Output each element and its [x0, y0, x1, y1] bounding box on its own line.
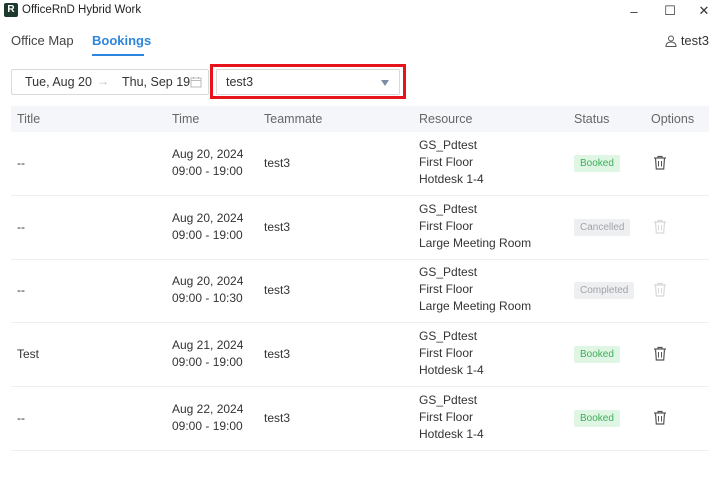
user-menu[interactable]: test3	[665, 33, 709, 48]
column-header-status: Status	[574, 112, 610, 126]
cell-teammate: test3	[264, 347, 291, 362]
column-header-title: Title	[17, 112, 41, 126]
cell-resource: GS_Pdtest First Floor Large Meeting Room	[419, 264, 531, 315]
cell-teammate: test3	[264, 410, 291, 425]
booking-time-range: 09:00 - 10:30	[172, 291, 243, 306]
resource-line: GS_Pdtest	[419, 329, 478, 344]
booking-time-range: 09:00 - 19:00	[172, 164, 243, 178]
status-badge: Booked	[574, 155, 620, 172]
app-logo-icon: R	[4, 3, 18, 17]
cell-time: Aug 20, 2024 09:00 - 10:30	[172, 273, 243, 307]
table-row[interactable]: -- Aug 20, 2024 09:00 - 19:00 test3 GS_Pdtes…	[11, 132, 709, 196]
column-header-resource: Resource	[419, 112, 473, 126]
column-header-options: Options	[651, 112, 695, 126]
cell-resource: GS_Pdtest First Floor Hotdesk 1-4	[419, 328, 484, 379]
resource-line: First Floor	[419, 346, 473, 361]
resource-line: Hotdesk 1-4	[419, 363, 484, 378]
cell-title: Test	[17, 347, 40, 362]
table-row[interactable]: Test Aug 21, 2024 09:00 - 19:00 test3 GS_Pdt…	[11, 323, 709, 388]
arrow-right-icon: →	[97, 74, 109, 88]
cell-teammate: test3	[264, 219, 291, 234]
status-badge: Cancelled	[574, 218, 631, 236]
trash-icon	[654, 219, 666, 234]
cell-resource: GS_Pdtest First Floor Hotdesk 1-4	[419, 137, 484, 188]
column-header-time: Time	[172, 112, 200, 126]
selection-highlight	[210, 64, 406, 99]
status-badge: Booked	[574, 409, 620, 427]
cell-title: --	[17, 283, 25, 298]
resource-line: Hotdesk 1-4	[419, 426, 484, 441]
user-icon	[665, 35, 677, 47]
resource-line: GS_Pdtest	[419, 138, 478, 152]
active-tab-indicator	[92, 54, 144, 56]
cell-time: Aug 20, 2024 09:00 - 19:00	[172, 210, 243, 244]
resource-line: First Floor	[419, 218, 473, 233]
table-row[interactable]: -- Aug 22, 2024 09:00 - 19:00 test3 GS_Pdtes…	[11, 387, 709, 451]
table-row[interactable]: -- Aug 20, 2024 09:00 - 19:00 test3 GS_Pdtes…	[11, 196, 709, 260]
tab-office-map[interactable]: Office Map	[11, 33, 74, 48]
resource-line: First Floor	[419, 409, 473, 424]
window-title: OfficeRnD Hybrid Work	[22, 4, 142, 16]
trash-icon[interactable]	[653, 346, 667, 361]
date-start[interactable]: Tue, Aug 20	[25, 75, 92, 89]
booking-date: Aug 20, 2024	[172, 210, 244, 225]
booking-date: Aug 20, 2024	[172, 274, 244, 289]
column-header-teammate: Teammate	[264, 112, 323, 126]
resource-line: First Floor	[419, 155, 473, 169]
date-range-picker[interactable]: Tue, Aug 20 → Thu, Sep 19	[11, 69, 209, 95]
trash-icon[interactable]	[653, 155, 667, 170]
booking-time-range: 09:00 - 19:00	[172, 227, 243, 242]
table-row[interactable]: -- Aug 20, 2024 09:00 - 10:30 test3 GS_Pdtes…	[11, 259, 709, 324]
table-header: Title Time Teammate Resource Status Opti…	[11, 106, 709, 132]
status-badge: Booked	[574, 346, 620, 364]
cell-time: Aug 20, 2024 09:00 - 19:00	[172, 146, 243, 180]
cell-time: Aug 21, 2024 09:00 - 19:00	[172, 337, 243, 371]
cell-resource: GS_Pdtest First Floor Large Meeting Room	[419, 201, 531, 252]
resource-line: Hotdesk 1-4	[419, 172, 484, 186]
resource-line: GS_Pdtest	[419, 201, 478, 216]
tab-bookings[interactable]: Bookings	[92, 33, 151, 48]
user-name: test3	[680, 33, 709, 48]
resource-line: Large Meeting Room	[419, 299, 532, 314]
booking-time-range: 09:00 - 19:00	[172, 355, 243, 370]
cell-title: --	[17, 219, 25, 234]
cell-time: Aug 22, 2024 09:00 - 19:00	[172, 401, 243, 435]
resource-line: First Floor	[419, 282, 473, 297]
status-badge: Completed	[574, 282, 635, 300]
booking-date: Aug 20, 2024	[172, 147, 244, 161]
cell-teammate: test3	[264, 156, 291, 170]
date-end[interactable]: Thu, Sep 19	[122, 75, 190, 89]
booking-time-range: 09:00 - 19:00	[172, 418, 243, 433]
minimize-button[interactable]: –	[614, 0, 654, 22]
cell-title: --	[17, 156, 25, 170]
cell-title: --	[17, 410, 25, 425]
trash-icon[interactable]	[653, 410, 667, 425]
booking-date: Aug 21, 2024	[172, 338, 244, 353]
close-button[interactable]: ✕	[684, 0, 720, 22]
resource-line: GS_Pdtest	[419, 392, 478, 407]
title-bar: R OfficeRnD Hybrid Work – ☐ ✕	[0, 0, 720, 22]
cell-teammate: test3	[264, 283, 291, 298]
booking-date: Aug 22, 2024	[172, 401, 244, 416]
resource-line: GS_Pdtest	[419, 265, 478, 280]
cell-resource: GS_Pdtest First Floor Hotdesk 1-4	[419, 392, 484, 443]
trash-icon	[654, 283, 666, 297]
resource-line: Large Meeting Room	[419, 235, 532, 250]
calendar-icon	[190, 77, 202, 88]
